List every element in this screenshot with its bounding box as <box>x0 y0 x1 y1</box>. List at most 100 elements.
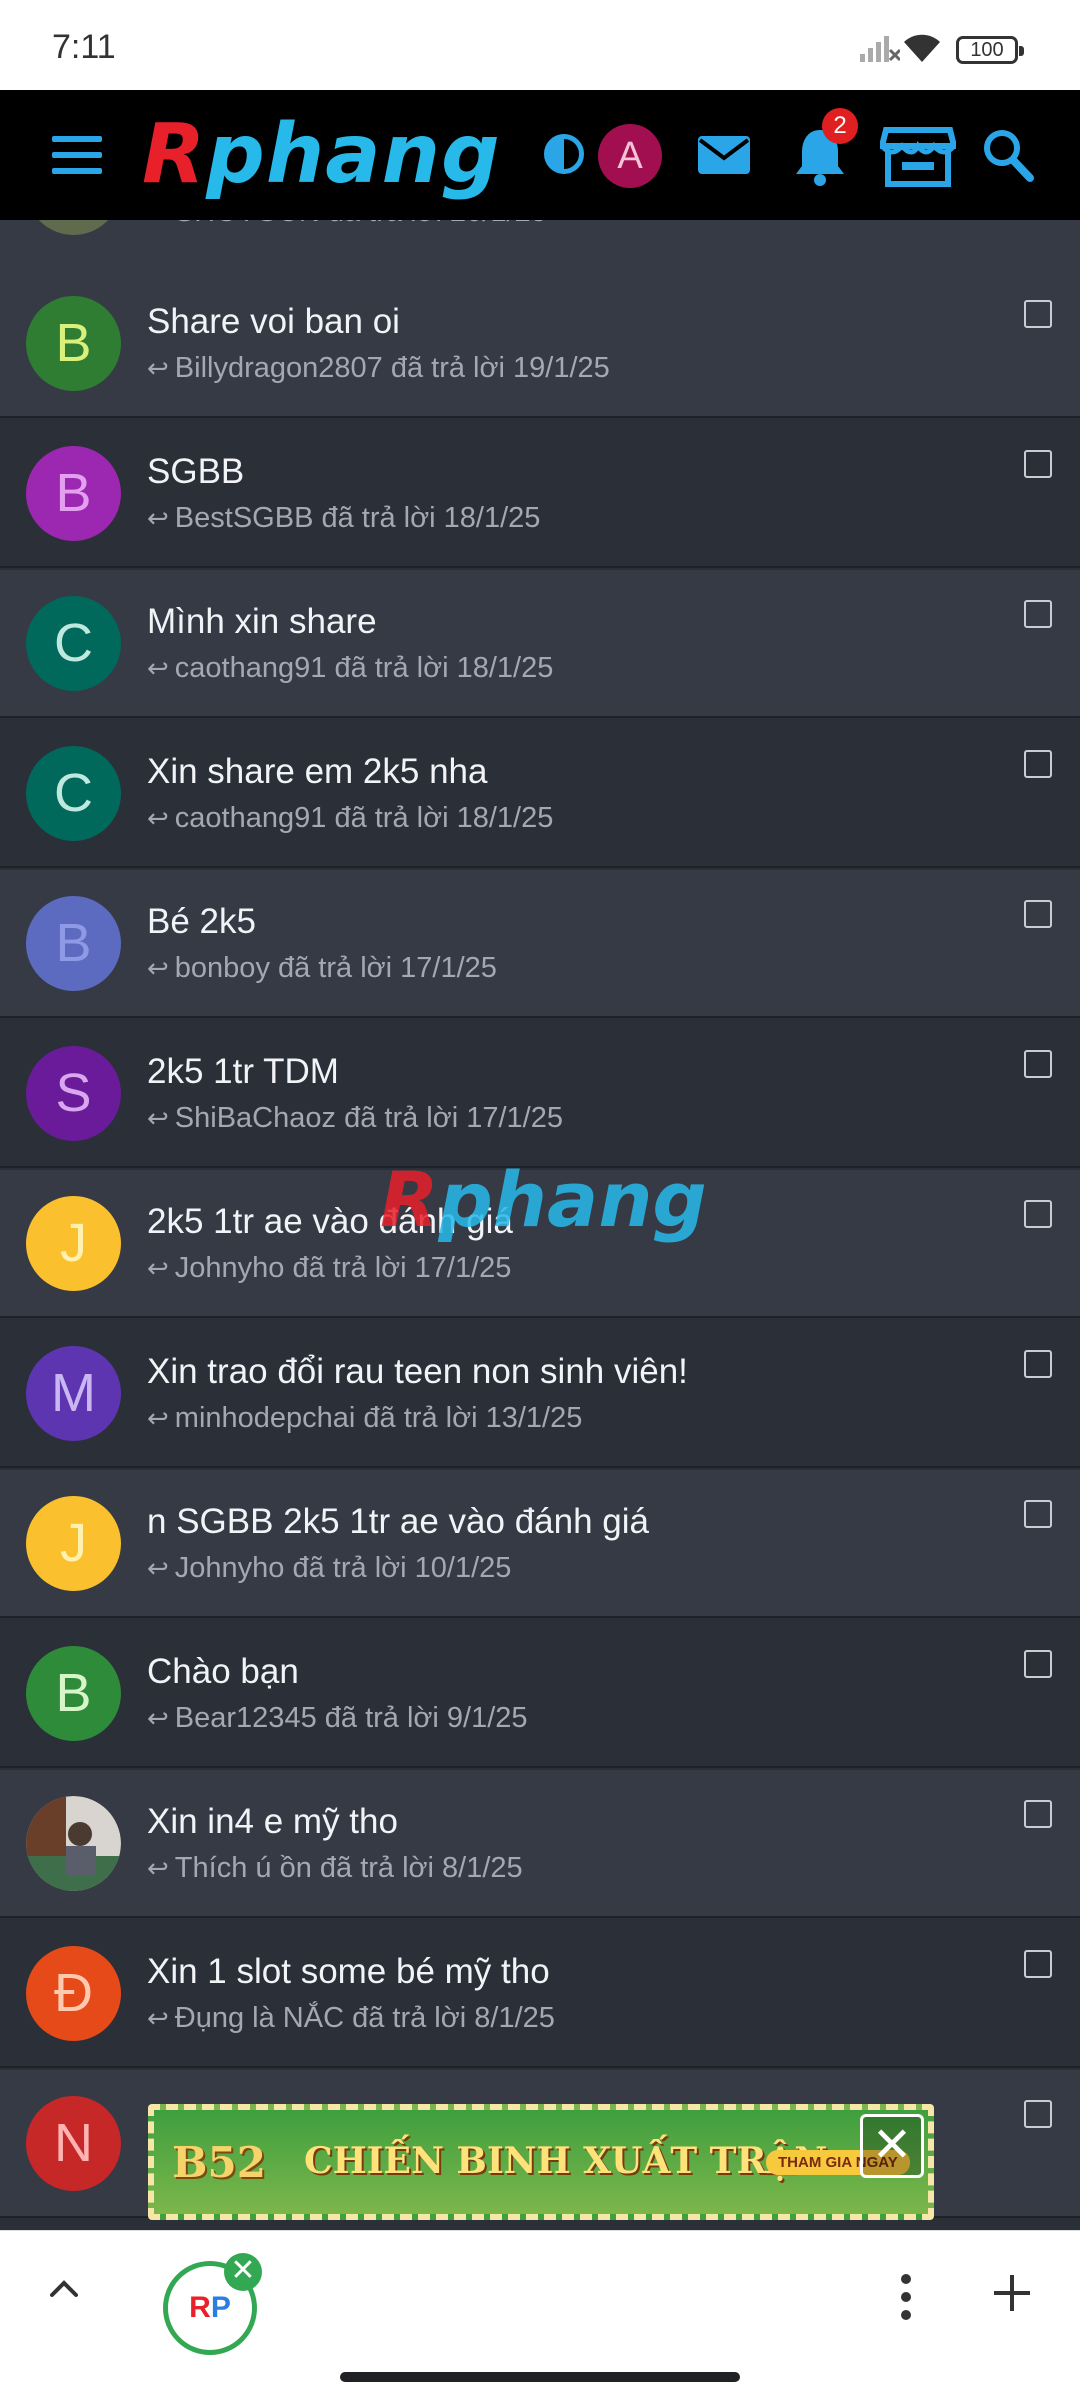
list-item[interactable]: Xin in4 e mỹ tho ↩ Thích ú ồn đã trả lời … <box>0 1770 1080 1918</box>
avatar[interactable]: B <box>26 1646 121 1741</box>
list-item-meta-text: Billydragon2807 đã trả lời 19/1/25 <box>174 352 610 384</box>
reply-icon: ↩ <box>147 1403 169 1433</box>
avatar[interactable]: C <box>26 596 121 691</box>
select-checkbox[interactable] <box>1024 1500 1052 1528</box>
list-item-meta-text: caothang91 đã trả lời 18/1/25 <box>174 652 554 684</box>
ad-banner[interactable]: B52 CHIẾN BINH XUẤT TRẬN THAM GIA NGAY ✕ <box>148 2104 934 2220</box>
avatar[interactable]: B <box>26 446 121 541</box>
bottom-toolbar: RP ✕ <box>0 2230 1080 2360</box>
select-checkbox[interactable] <box>1024 450 1052 478</box>
logo-text-r: R <box>142 107 207 202</box>
avatar[interactable]: B <box>26 896 121 991</box>
avatar[interactable]: N <box>26 2096 121 2191</box>
ad-brand: B52 <box>172 2138 266 2187</box>
list-item-meta-text: minhodepchai đã trả lời 13/1/25 <box>174 1402 583 1434</box>
avatar[interactable]: S <box>26 1046 121 1141</box>
select-checkbox[interactable] <box>1024 300 1052 328</box>
list-item-title[interactable]: 2k5 1tr ae vào đánh giá <box>147 1202 513 1242</box>
list-item-title[interactable]: Bé 2k5 <box>147 902 256 942</box>
close-icon[interactable]: ✕ <box>224 2253 262 2291</box>
select-checkbox[interactable] <box>1024 900 1052 928</box>
list-item[interactable]: C Mình xin share ↩ caothang91 đã trả lời … <box>0 570 1080 718</box>
avatar[interactable]: Đ <box>26 1946 121 2041</box>
list-item-title[interactable]: Xin 1 slot some bé mỹ tho <box>147 1952 550 1992</box>
reply-icon: ↩ <box>147 1553 169 1583</box>
select-checkbox[interactable] <box>1024 2100 1052 2128</box>
list-item[interactable]: M Xin trao đổi rau teen non sinh viên! ↩… <box>0 1320 1080 1468</box>
list-item-meta: ↩ Thích ú ồn đã trả lời 8/1/25 <box>147 1852 523 1885</box>
list-item-meta: ↩ BestSGBB đã trả lời 18/1/25 <box>147 502 540 535</box>
conversation-list: ↩ SHOTGUN đã trả lời 20/1/25 B Share voi … <box>0 220 1080 2230</box>
list-item[interactable]: J 2k5 1tr ae vào đánh giá ↩ Johnyho đã tr… <box>0 1170 1080 1318</box>
list-item-meta: ↩ Bear12345 đã trả lời 9/1/25 <box>147 1702 528 1735</box>
list-item-meta-text: Bear12345 đã trả lời 9/1/25 <box>174 1702 528 1734</box>
select-checkbox[interactable] <box>1024 1800 1052 1828</box>
avatar[interactable]: M <box>26 1346 121 1441</box>
reply-icon: ↩ <box>147 1253 169 1283</box>
avatar[interactable]: C <box>26 746 121 841</box>
list-item-title[interactable]: 2k5 1tr TDM <box>147 1052 339 1092</box>
ad-headline: CHIẾN BINH XUẤT TRẬN <box>304 2140 828 2182</box>
list-item-title[interactable]: Xin trao đổi rau teen non sinh viên! <box>147 1352 688 1392</box>
theme-toggle-icon[interactable] <box>544 134 584 174</box>
avatar-photo[interactable] <box>26 1796 121 1891</box>
list-item-title[interactable]: n SGBB 2k5 1tr ae vào đánh giá <box>147 1502 649 1542</box>
wifi-icon <box>904 34 940 62</box>
list-item-meta-text: Đụng là NẮC đã trả lời 8/1/25 <box>174 2002 555 2034</box>
list-item-title[interactable]: Xin share em 2k5 nha <box>147 752 487 792</box>
avatar[interactable]: J <box>26 1196 121 1291</box>
hamburger-menu-icon[interactable] <box>52 136 102 176</box>
list-item[interactable]: J n SGBB 2k5 1tr ae vào đánh giá ↩ Johnyh… <box>0 1470 1080 1618</box>
more-vert-icon[interactable] <box>896 2273 916 2323</box>
add-icon[interactable] <box>990 2271 1034 2315</box>
list-item-meta: ↩ Đụng là NẮC đã trả lời 8/1/25 <box>147 2002 555 2035</box>
home-indicator[interactable] <box>340 2372 740 2382</box>
reply-icon: ↩ <box>147 1103 169 1133</box>
select-checkbox[interactable] <box>1024 1200 1052 1228</box>
list-item-title[interactable]: Mình xin share <box>147 602 377 642</box>
list-item-title[interactable]: Xin in4 e mỹ tho <box>147 1802 398 1842</box>
list-item-meta-text: Thích ú ồn đã trả lời 8/1/25 <box>174 1852 523 1884</box>
reply-icon: ↩ <box>147 803 169 833</box>
ad-close-icon[interactable]: ✕ <box>860 2114 924 2178</box>
rp-letter-r: R <box>189 2291 211 2324</box>
avatar[interactable]: J <box>26 1496 121 1591</box>
avatar[interactable]: B <box>26 296 121 391</box>
chevron-up-icon[interactable] <box>46 2271 82 2307</box>
battery-icon: 100 <box>956 36 1024 64</box>
search-icon[interactable] <box>980 124 1036 184</box>
notification-badge: 2 <box>822 108 858 144</box>
list-item[interactable]: S 2k5 1tr TDM ↩ ShiBaChaoz đã trả lời 17/… <box>0 1020 1080 1168</box>
list-item-meta: ↩ Billydragon2807 đã trả lời 19/1/25 <box>147 352 610 385</box>
list-item[interactable]: B Share voi ban oi ↩ Billydragon2807 đã t… <box>0 270 1080 418</box>
list-item[interactable]: C Xin share em 2k5 nha ↩ caothang91 đã tr… <box>0 720 1080 868</box>
app-header: Rphang A 2 <box>0 90 1080 220</box>
list-item[interactable]: Đ Xin 1 slot some bé mỹ tho ↩ Đụng là NẮC… <box>0 1920 1080 2068</box>
reply-icon: ↩ <box>147 1853 169 1883</box>
select-checkbox[interactable] <box>1024 1050 1052 1078</box>
signal-icon <box>860 36 900 62</box>
select-checkbox[interactable] <box>1024 750 1052 778</box>
select-checkbox[interactable] <box>1024 600 1052 628</box>
site-logo[interactable]: Rphang <box>142 110 501 200</box>
select-checkbox[interactable] <box>1024 1950 1052 1978</box>
clock: 7:11 <box>52 28 116 66</box>
select-checkbox[interactable] <box>1024 1350 1052 1378</box>
list-item-title[interactable]: Chào bạn <box>147 1652 299 1692</box>
user-avatar[interactable]: A <box>598 124 662 188</box>
list-item[interactable]: B SGBB ↩ BestSGBB đã trả lời 18/1/25 <box>0 420 1080 568</box>
list-item-meta-text: bonboy đã trả lời 17/1/25 <box>174 952 497 984</box>
list-item-title[interactable]: Share voi ban oi <box>147 302 400 342</box>
reply-icon: ↩ <box>147 1703 169 1733</box>
select-checkbox[interactable] <box>1024 1650 1052 1678</box>
reply-icon: ↩ <box>147 220 169 227</box>
reply-icon: ↩ <box>147 2003 169 2033</box>
list-item-meta: ↩ bonboy đã trả lời 17/1/25 <box>147 952 497 985</box>
list-item[interactable]: B Chào bạn ↩ Bear12345 đã trả lời 9/1/25 <box>0 1620 1080 1768</box>
mail-icon[interactable] <box>694 124 754 184</box>
store-icon[interactable] <box>880 124 956 188</box>
reply-icon: ↩ <box>147 953 169 983</box>
list-item-title[interactable]: SGBB <box>147 452 244 492</box>
list-item[interactable]: B Bé 2k5 ↩ bonboy đã trả lời 17/1/25 <box>0 870 1080 1018</box>
list-item-meta: ↩ Johnyho đã trả lời 10/1/25 <box>147 1552 511 1585</box>
